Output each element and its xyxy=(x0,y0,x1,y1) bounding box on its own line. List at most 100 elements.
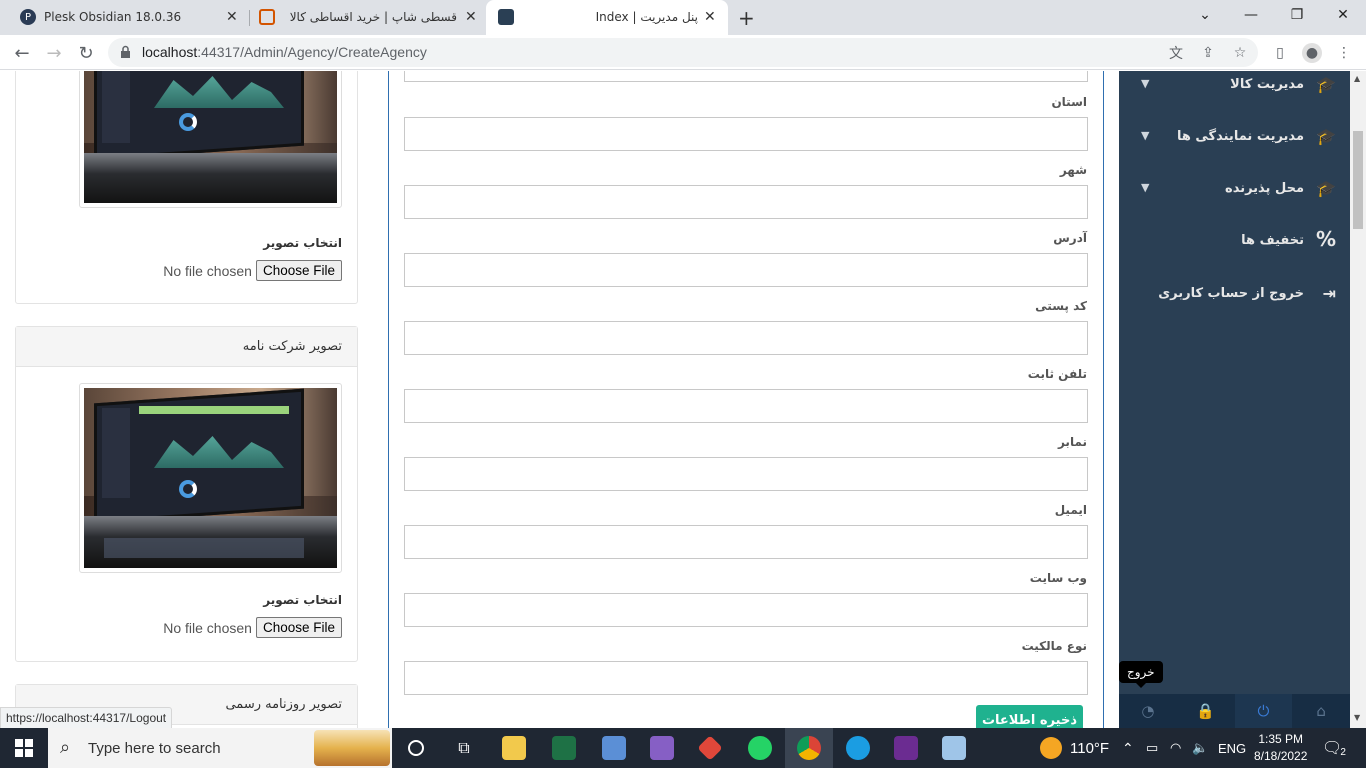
volume-icon[interactable]: 🔈 xyxy=(1192,728,1208,768)
scroll-up-icon[interactable]: ▲ xyxy=(1354,74,1360,83)
sign-out-icon: ⇥ xyxy=(1322,284,1336,303)
sidebar-item-label: محل پذیرنده xyxy=(1225,181,1304,196)
file-input[interactable]: No file chosen Choose File xyxy=(163,260,342,281)
choose-file-button[interactable]: Choose File xyxy=(255,260,342,281)
city-input[interactable] xyxy=(404,185,1088,219)
bookmark-star-icon[interactable]: ☆ xyxy=(1230,43,1250,63)
phone-input[interactable] xyxy=(404,389,1088,423)
search-icon: ⌕ xyxy=(60,737,71,758)
clock[interactable]: 1:35 PM 8/18/2022 xyxy=(1254,728,1307,768)
visual-studio-icon[interactable] xyxy=(638,728,686,768)
scroll-down-icon[interactable]: ▼ xyxy=(1354,713,1360,722)
tab-ghesti-shop[interactable]: قسطی شاپ | خرید اقساطی کالا ✕ xyxy=(250,0,485,35)
plesk-icon: P xyxy=(20,9,36,25)
maximize-button[interactable]: ❐ xyxy=(1274,0,1320,30)
save-button[interactable]: ذخیره اطلاعات xyxy=(976,705,1083,728)
fax-input[interactable] xyxy=(404,457,1088,491)
whatsapp-icon[interactable] xyxy=(736,728,784,768)
weather-sun-icon xyxy=(1040,737,1062,759)
power-logout-icon[interactable]: ⏻ xyxy=(1234,694,1293,728)
close-icon[interactable]: ✕ xyxy=(465,9,477,25)
git-icon[interactable] xyxy=(686,728,734,768)
previous-field-input[interactable] xyxy=(404,71,1088,82)
notification-center-icon[interactable]: 🗨 2 xyxy=(1322,728,1346,768)
language-indicator[interactable]: ENG xyxy=(1218,728,1246,768)
search-placeholder: Type here to search xyxy=(88,740,221,757)
clock-date: 8/18/2022 xyxy=(1254,749,1308,763)
side-panel-icon[interactable]: ▯ xyxy=(1270,43,1290,63)
choose-file-button[interactable]: Choose File xyxy=(255,617,342,638)
province-input[interactable] xyxy=(404,117,1088,151)
back-icon[interactable]: ← xyxy=(8,39,36,67)
email-input[interactable] xyxy=(404,525,1088,559)
postal-code-input[interactable] xyxy=(404,321,1088,355)
fax-label: نمابر xyxy=(1057,435,1087,449)
sidebar-item-acceptor[interactable]: محل پذیرنده 🎓 ▼ xyxy=(1119,175,1350,205)
tab-admin-panel[interactable]: پنل مدیریت | Index ✕ xyxy=(486,0,728,35)
url-path: :44317/Admin/Agency/CreateAgency xyxy=(197,44,427,60)
sidebar-item-products[interactable]: مدیریت کالا 🎓 ▼ xyxy=(1119,71,1350,101)
weather-temp: 110°F xyxy=(1070,739,1110,757)
email-label: ایمیل xyxy=(1054,503,1087,517)
address-input[interactable] xyxy=(404,253,1088,287)
share-icon[interactable]: ⇪ xyxy=(1198,43,1218,63)
task-view-icon[interactable]: ⧉ xyxy=(440,728,488,768)
no-file-text: No file chosen xyxy=(163,619,252,636)
chrome-icon[interactable] xyxy=(785,728,833,768)
chevron-down-icon: ▼ xyxy=(1141,77,1150,90)
close-icon[interactable]: ✕ xyxy=(704,9,716,25)
pick-image-label: انتخاب تصویر xyxy=(263,593,342,607)
dashboard-gauge-icon[interactable]: ◔ xyxy=(1119,694,1177,728)
browser-toolbar: ← → ↻ localhost:44317/Admin/Agency/Creat… xyxy=(0,35,1366,70)
scroll-thumb[interactable] xyxy=(1353,131,1363,229)
no-file-text: No file chosen xyxy=(163,262,252,279)
ownership-type-label: نوع مالکیت xyxy=(1021,639,1087,653)
notepad-icon[interactable] xyxy=(930,728,978,768)
reload-icon[interactable]: ↻ xyxy=(72,39,100,67)
weather-widget[interactable]: 110°F xyxy=(1040,728,1109,768)
address-bar[interactable]: localhost:44317/Admin/Agency/CreateAgenc… xyxy=(108,38,1258,67)
file-explorer-icon[interactable] xyxy=(490,728,538,768)
lock-icon[interactable]: 🔒 xyxy=(1177,694,1235,728)
file-input[interactable]: No file chosen Choose File xyxy=(163,617,342,638)
minimize-button[interactable]: — xyxy=(1228,0,1274,30)
logout-tooltip: خروج xyxy=(1119,661,1163,688)
city-label: شهر xyxy=(1059,163,1087,177)
home-icon[interactable]: ⌂ xyxy=(1292,694,1350,728)
sidebar-item-label: مدیریت کالا xyxy=(1230,77,1304,92)
sidebar-item-label: تخفیف ها xyxy=(1241,233,1304,248)
wifi-icon[interactable]: ◠ xyxy=(1170,728,1181,768)
website-input[interactable] xyxy=(404,593,1088,627)
new-tab-button[interactable]: + xyxy=(738,6,755,30)
excel-icon[interactable] xyxy=(540,728,588,768)
sidebar-item-agencies[interactable]: مدیریت نمایندگی ها 🎓 ▼ xyxy=(1119,123,1350,153)
translate-icon[interactable]: 文 xyxy=(1166,43,1186,63)
taskbar-search[interactable]: ⌕ Type here to search xyxy=(48,728,392,768)
sidebar-item-logout[interactable]: خروج از حساب کاربری ⇥ xyxy=(1119,280,1350,310)
graduation-cap-icon: 🎓 xyxy=(1316,75,1336,94)
forward-icon[interactable]: → xyxy=(40,39,68,67)
battery-icon[interactable]: ▭ xyxy=(1146,728,1158,768)
cortana-icon[interactable] xyxy=(392,728,440,768)
card-header: تصویر شرکت نامه xyxy=(16,327,357,367)
tab-plesk[interactable]: P Plesk Obsidian 18.0.36 ✕ xyxy=(8,0,248,35)
windows-start-icon[interactable] xyxy=(0,728,48,768)
edge-icon[interactable] xyxy=(834,728,882,768)
ownership-type-input[interactable] xyxy=(404,661,1088,695)
menu-kebab-icon[interactable]: ⋮ xyxy=(1334,43,1354,63)
postal-code-label: کد پستی xyxy=(1035,299,1087,313)
page-content: انتخاب تصویر No file chosen Choose File … xyxy=(0,71,1366,728)
app-icon[interactable] xyxy=(590,728,638,768)
profile-avatar-icon[interactable]: ● xyxy=(1302,43,1322,63)
page-scrollbar[interactable]: ▲ ▼ xyxy=(1350,71,1366,728)
sidebar-item-discounts[interactable]: تخفیف ها % xyxy=(1119,227,1350,257)
close-window-button[interactable]: ✕ xyxy=(1320,0,1366,30)
media-player-icon[interactable] xyxy=(882,728,930,768)
image-preview xyxy=(79,383,342,573)
close-icon[interactable]: ✕ xyxy=(226,9,238,25)
tab-title: پنل مدیریت | Index xyxy=(595,10,698,24)
tray-chevron-icon[interactable]: ⌃ xyxy=(1122,728,1134,768)
laptop-image xyxy=(84,71,337,203)
tab-search-icon[interactable]: ⌄ xyxy=(1182,0,1228,30)
agency-form: استان شهر آدرس کد پستی تلفن ثابت نمابر ا… xyxy=(388,71,1104,728)
